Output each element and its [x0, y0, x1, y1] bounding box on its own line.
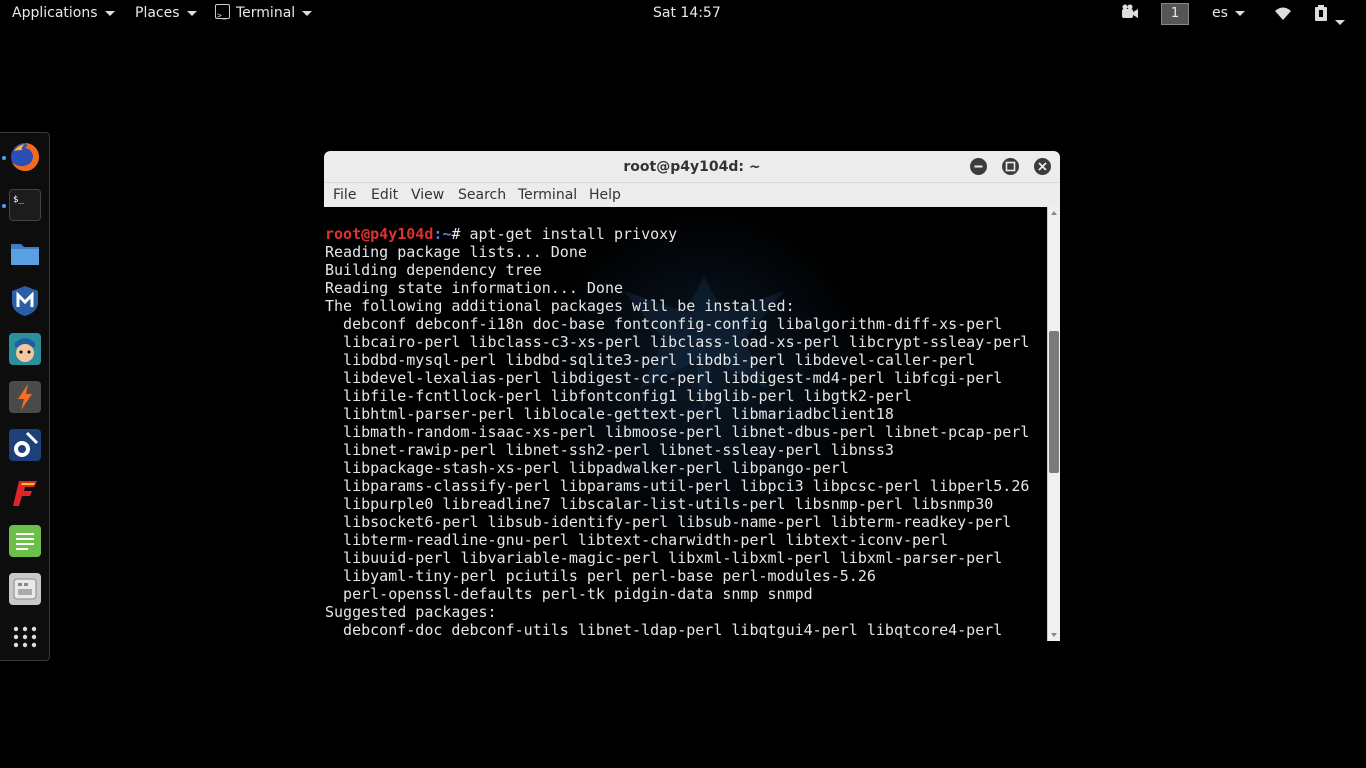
terminal-line: libmath-random-isaac-xs-perl libmoose-pe…	[325, 423, 1030, 441]
terminal-line: perl-openssl-defaults perl-tk pidgin-dat…	[325, 585, 813, 603]
chevron-down-icon	[302, 10, 313, 16]
files-icon[interactable]	[9, 237, 41, 269]
places-label: Places	[135, 5, 180, 21]
prompt-path: :~	[433, 225, 452, 243]
terminal-line: debconf-doc debconf-utils libnet-ldap-pe…	[325, 621, 1003, 639]
terminal-line: The following additional packages will b…	[325, 297, 795, 315]
workspace-number: 1	[1161, 3, 1189, 25]
terminal-line: libcairo-perl libclass-c3-xs-perl libcla…	[325, 333, 1030, 351]
places-menu[interactable]: Places	[135, 0, 197, 26]
command-text: # apt-get install privoxy	[451, 225, 678, 243]
firefox-icon[interactable]	[9, 141, 41, 173]
chevron-down-icon	[1234, 10, 1245, 16]
terminal-line: libparams-classify-perl libparams-util-p…	[325, 477, 1030, 495]
running-indicator	[2, 156, 6, 160]
terminal-text: root@p4y104d:~# apt-get install privoxy …	[325, 225, 1029, 639]
menu-view[interactable]: View	[411, 183, 444, 207]
armitage-icon[interactable]	[9, 333, 41, 365]
terminal-line: libpackage-stash-xs-perl libpadwalker-pe…	[325, 459, 849, 477]
faraday-icon[interactable]	[9, 477, 41, 509]
terminal-line: libhtml-parser-perl liblocale-gettext-pe…	[325, 405, 894, 423]
menu-edit[interactable]: Edit	[371, 183, 398, 207]
terminal-window: root@p4y104d: ~ File Edit View Search Te…	[324, 151, 1060, 641]
scrollbar-thumb[interactable]	[1049, 331, 1059, 473]
vertical-scrollbar[interactable]	[1047, 207, 1060, 641]
cutycapt-icon[interactable]	[9, 573, 41, 605]
close-icon	[1038, 162, 1047, 171]
terminal-line: libnet-rawip-perl libnet-ssh2-perl libne…	[325, 441, 894, 459]
terminal-line: debconf debconf-i18n doc-base fontconfig…	[325, 315, 1003, 333]
menu-help[interactable]: Help	[589, 183, 621, 207]
window-title: root@p4y104d: ~	[623, 159, 761, 175]
terminal-app-menu[interactable]: Terminal	[215, 0, 313, 29]
dock: $_	[0, 132, 50, 661]
terminal-line: libterm-readline-gnu-perl libtext-charwi…	[325, 531, 949, 549]
language-menu[interactable]: es	[1212, 0, 1245, 26]
maximize-icon	[1005, 161, 1016, 172]
language-label: es	[1212, 5, 1228, 21]
terminal-line: libsocket6-perl libsub-identify-perl lib…	[325, 513, 1012, 531]
leafpad-icon[interactable]	[9, 525, 41, 557]
minimize-icon	[974, 165, 983, 168]
terminal-icon[interactable]: $_	[9, 189, 41, 221]
wifi-icon[interactable]	[1273, 0, 1293, 26]
battery-icon	[1315, 5, 1327, 21]
system-menu[interactable]	[1313, 0, 1345, 26]
scroll-up-icon[interactable]	[1051, 211, 1057, 215]
scroll-down-icon[interactable]	[1051, 633, 1057, 637]
menu-terminal[interactable]: Terminal	[518, 183, 577, 207]
terminal-icon	[215, 3, 230, 29]
show-apps-icon[interactable]	[9, 621, 41, 653]
applications-menu[interactable]: Applications	[12, 0, 115, 26]
top-panel: Applications Places Terminal Sat 14:57 1…	[0, 0, 1366, 29]
chevron-down-icon	[1335, 19, 1345, 25]
terminal-line: Suggested packages:	[325, 603, 497, 621]
terminal-line: libfile-fcntllock-perl libfontconfig1 li…	[325, 387, 912, 405]
terminal-line: libdbd-mysql-perl libdbd-sqlite3-perl li…	[325, 351, 976, 369]
maltego-icon[interactable]	[9, 429, 41, 461]
chevron-down-icon	[186, 10, 197, 16]
terminal-line: Reading package lists... Done	[325, 243, 587, 261]
metasploit-icon[interactable]	[9, 285, 41, 317]
terminal-line: libpurple0 libreadline7 libscalar-list-u…	[325, 495, 994, 513]
minimize-button[interactable]	[970, 158, 987, 175]
terminal-line: libdevel-lexalias-perl libdigest-crc-per…	[325, 369, 1003, 387]
window-titlebar[interactable]: root@p4y104d: ~	[324, 151, 1060, 183]
running-indicator	[2, 204, 6, 208]
terminal-line: libuuid-perl libvariable-magic-perl libx…	[325, 549, 1003, 567]
maximize-button[interactable]	[1002, 158, 1019, 175]
window-menubar: File Edit View Search Terminal Help	[324, 183, 1060, 208]
workspace-indicator[interactable]: 1	[1161, 0, 1189, 26]
terminal-line: Reading state information... Done	[325, 279, 624, 297]
burpsuite-icon[interactable]	[9, 381, 41, 413]
chevron-down-icon	[104, 10, 115, 16]
video-camera-icon[interactable]	[1121, 0, 1139, 26]
applications-label: Applications	[12, 5, 98, 21]
clock[interactable]: Sat 14:57	[653, 0, 721, 26]
terminal-line: Building dependency tree	[325, 261, 542, 279]
svg-text:$_: $_	[13, 195, 24, 205]
prompt-user: root@p4y104d	[325, 225, 434, 243]
close-button[interactable]	[1034, 158, 1051, 175]
terminal-app-label: Terminal	[236, 5, 296, 21]
menu-file[interactable]: File	[333, 183, 356, 207]
terminal-output[interactable]: root@p4y104d:~# apt-get install privoxy …	[324, 207, 1047, 641]
terminal-line: libyaml-tiny-perl pciutils perl perl-bas…	[325, 567, 876, 585]
menu-search[interactable]: Search	[458, 183, 506, 207]
